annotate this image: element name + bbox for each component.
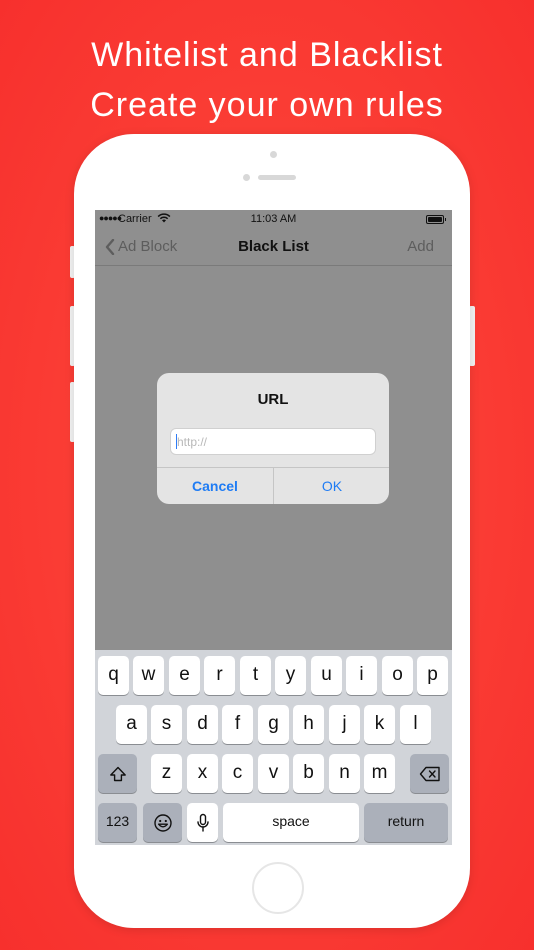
- page-title: Black List: [238, 238, 309, 255]
- status-bar: ●●●●● Carrier 11:03 AM: [95, 210, 452, 228]
- return-key[interactable]: return: [364, 803, 448, 842]
- clock: 11:03 AM: [250, 213, 297, 225]
- key-g[interactable]: g: [258, 705, 289, 744]
- key-k[interactable]: k: [364, 705, 395, 744]
- key-s[interactable]: s: [151, 705, 182, 744]
- add-button[interactable]: Add: [407, 238, 434, 255]
- key-b[interactable]: b: [293, 754, 324, 793]
- key-q[interactable]: q: [98, 656, 129, 695]
- emoji-icon: [153, 813, 172, 832]
- url-alert-dialog: URL Cancel OK: [157, 373, 389, 504]
- key-r[interactable]: r: [204, 656, 235, 695]
- emoji-key[interactable]: [143, 803, 182, 842]
- home-button[interactable]: [252, 862, 304, 914]
- key-h[interactable]: h: [293, 705, 324, 744]
- key-f[interactable]: f: [222, 705, 253, 744]
- url-input[interactable]: [170, 428, 376, 455]
- key-e[interactable]: e: [169, 656, 200, 695]
- key-m[interactable]: m: [364, 754, 395, 793]
- ok-button[interactable]: OK: [274, 468, 389, 504]
- navigation-bar: Ad Block Black List Add: [95, 228, 452, 266]
- key-d[interactable]: d: [187, 705, 218, 744]
- cancel-button[interactable]: Cancel: [157, 468, 273, 504]
- dialog-title: URL: [257, 391, 289, 408]
- backspace-icon: [419, 766, 440, 781]
- dictation-key[interactable]: [187, 803, 218, 842]
- key-w[interactable]: w: [133, 656, 164, 695]
- shift-key[interactable]: [98, 754, 137, 793]
- front-camera: [243, 174, 250, 181]
- app-store-screenshot: Whitelist and Blacklist Create your own …: [0, 0, 534, 950]
- key-o[interactable]: o: [382, 656, 413, 695]
- keyboard: q w e r t y u i o p a s d f g h j k l z …: [95, 650, 452, 845]
- key-t[interactable]: t: [240, 656, 271, 695]
- key-a[interactable]: a: [116, 705, 147, 744]
- battery-icon: [426, 215, 446, 224]
- text-cursor: [176, 434, 177, 449]
- key-n[interactable]: n: [329, 754, 360, 793]
- key-z[interactable]: z: [151, 754, 182, 793]
- earpiece-speaker: [258, 175, 296, 180]
- key-u[interactable]: u: [311, 656, 342, 695]
- space-key[interactable]: space: [223, 803, 359, 842]
- key-j[interactable]: j: [329, 705, 360, 744]
- headline-line1: Whitelist and Blacklist: [91, 36, 443, 74]
- key-p[interactable]: p: [417, 656, 448, 695]
- key-y[interactable]: y: [275, 656, 306, 695]
- headline-line2: Create your own rules: [90, 86, 444, 124]
- microphone-icon: [196, 813, 209, 832]
- shift-icon: [109, 766, 126, 781]
- phone-screen: ●●●●● Carrier 11:03 AM Ad Block Black Li…: [95, 210, 452, 845]
- key-c[interactable]: c: [222, 754, 253, 793]
- key-v[interactable]: v: [258, 754, 289, 793]
- key-i[interactable]: i: [346, 656, 377, 695]
- phone-sensor: [270, 151, 277, 158]
- key-x[interactable]: x: [187, 754, 218, 793]
- numbers-key[interactable]: 123: [98, 803, 137, 842]
- delete-key[interactable]: [410, 754, 449, 793]
- key-l[interactable]: l: [400, 705, 431, 744]
